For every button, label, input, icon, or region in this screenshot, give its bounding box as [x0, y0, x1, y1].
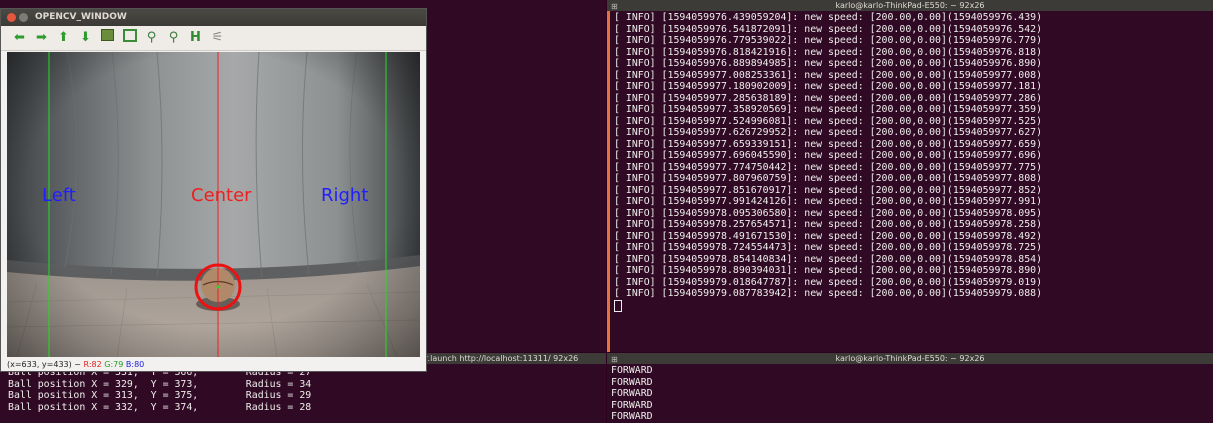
terminal-line: [ INFO] [1594059976.439059204]: new spee… [614, 12, 1043, 23]
terminal-line: Ball position X = 329, Y = 373, Radius =… [8, 378, 312, 390]
terminal-forward-titlebar[interactable]: ⊞ karlo@karlo-ThinkPad-E550: ~ 92x26 [607, 353, 1213, 364]
terminal-icon: ⊞ [611, 2, 618, 11]
terminal-line: [ INFO] [1594059978.724554473]: new spee… [614, 242, 1043, 253]
terminal-line: [ INFO] [1594059977.807960759]: new spee… [614, 173, 1043, 184]
opencv-window-title: OPENCV_WINDOW [35, 12, 127, 22]
terminal-line: [ INFO] [1594059977.696045590]: new spee… [614, 150, 1043, 161]
terminal-forward[interactable]: ⊞ karlo@karlo-ThinkPad-E550: ~ 92x26 FOR… [607, 353, 1213, 423]
minimize-button[interactable] [19, 13, 28, 22]
terminal-info-titlebar[interactable]: ⊞ karlo@karlo-ThinkPad-E550: ~ 92x26 [607, 0, 1213, 11]
terminal-line: [ INFO] [1594059977.285638189]: new spee… [614, 92, 1043, 104]
image-icon[interactable] [99, 29, 116, 46]
terminal-line: [ INFO] [1594059976.889894985]: new spee… [614, 58, 1043, 69]
zoom-out-icon[interactable]: ⚲ [165, 29, 182, 46]
terminal-line: [ INFO] [1594059976.818421916]: new spee… [614, 46, 1043, 58]
pixel-r-value: R:82 [83, 360, 102, 369]
terminal-line: [ INFO] [1594059977.991424126]: new spee… [614, 196, 1043, 207]
terminal-launch-title: r.launch http://localhost:11311/ 92x26 [425, 354, 579, 363]
terminal-line: [ INFO] [1594059978.095306580]: new spee… [614, 207, 1043, 219]
terminal-cursor-line [614, 299, 1213, 313]
terminal-line: [ INFO] [1594059977.626729952]: new spee… [614, 127, 1043, 138]
terminal-forward-title: karlo@karlo-ThinkPad-E550: ~ 92x26 [835, 354, 985, 363]
opencv-statusbar: (x=633, y=433) ~ R:82 G:79 B:80 [7, 360, 420, 370]
label-right: Right [321, 185, 369, 206]
terminal-line: FORWARD [611, 376, 653, 388]
terminal-line: FORWARD [611, 399, 653, 411]
arrow-down-icon[interactable]: ⬇ [77, 29, 94, 46]
terminal-line: [ INFO] [1594059977.851670917]: new spee… [614, 184, 1043, 196]
terminal-line: [ INFO] [1594059977.358920569]: new spee… [614, 104, 1043, 115]
terminal-line: [ INFO] [1594059977.008253361]: new spee… [614, 69, 1043, 81]
terminal-line: [ INFO] [1594059976.541872091]: new spee… [614, 23, 1043, 35]
terminal-icon: ⊞ [611, 355, 618, 364]
terminal-line: [ INFO] [1594059977.524996081]: new spee… [614, 115, 1043, 127]
label-center: Center [191, 185, 252, 206]
terminal-info-title: karlo@karlo-ThinkPad-E550: ~ 92x26 [835, 1, 985, 10]
terminal-line: [ INFO] [1594059978.890394031]: new spee… [614, 265, 1043, 276]
pixel-b-value: B:80 [125, 360, 145, 369]
terminal-line: Ball position X = 332, Y = 374, Radius =… [8, 401, 312, 413]
terminal-line: [ INFO] [1594059977.774750442]: new spee… [614, 161, 1043, 173]
terminal-info-output: [ INFO] [1594059976.439059204]: new spee… [614, 12, 1213, 312]
terminal-info[interactable]: ⊞ karlo@karlo-ThinkPad-E550: ~ 92x26 [ I… [607, 0, 1213, 352]
label-left: Left [42, 185, 76, 206]
arrow-left-icon[interactable]: ⬅ [11, 29, 28, 46]
terminal-line: [ INFO] [1594059978.257654571]: new spee… [614, 219, 1043, 230]
terminal-line: FORWARD [611, 365, 653, 376]
terminal-focus-bar [607, 11, 610, 352]
terminal-line: [ INFO] [1594059978.854140834]: new spee… [614, 253, 1043, 265]
terminal-line: [ INFO] [1594059979.018647787]: new spee… [614, 276, 1043, 288]
terminal-line: Ball position X = 313, Y = 375, Radius =… [8, 390, 312, 401]
pixel-g-value: G:79 [104, 360, 124, 369]
opencv-toolbar: ⬅ ➡ ⬆ ⬇ ⚲ ⚲ H ⚟ [1, 26, 426, 51]
fit-icon[interactable] [121, 29, 138, 46]
close-button[interactable] [7, 13, 16, 22]
arrow-right-icon[interactable]: ➡ [33, 29, 50, 46]
arrow-up-icon[interactable]: ⬆ [55, 29, 72, 46]
terminal-line: FORWARD [611, 411, 653, 422]
opencv-window[interactable]: OPENCV_WINDOW ⬅ ➡ ⬆ ⬇ ⚲ ⚲ H ⚟ Left Cente… [0, 8, 427, 372]
zoom-in-icon[interactable]: ⚲ [143, 29, 160, 46]
terminal-cursor [614, 299, 622, 312]
opencv-titlebar[interactable]: OPENCV_WINDOW [1, 9, 426, 26]
terminal-line: [ INFO] [1594059978.491671530]: new spee… [614, 230, 1043, 242]
terminal-line: [ INFO] [1594059977.180902009]: new spee… [614, 81, 1043, 92]
save-icon[interactable]: H [187, 29, 204, 46]
terminal-line: [ INFO] [1594059979.087783942]: new spee… [614, 288, 1043, 299]
terminal-line: [ INFO] [1594059976.779539022]: new spee… [614, 35, 1043, 46]
cursor-coords: (x=633, y=433) ~ [7, 360, 81, 369]
terminal-forward-output: FORWARD FORWARD FORWARD FORWARD FORWARD [611, 365, 1213, 423]
camera-image[interactable]: Left Center Right [7, 52, 420, 357]
terminal-ball-output: Ball position X = 331, Y = 366, Radius =… [8, 367, 311, 413]
brush-icon[interactable]: ⚟ [209, 29, 226, 46]
ball-center-marker [216, 285, 220, 289]
terminal-line: FORWARD [611, 388, 653, 399]
terminal-line: [ INFO] [1594059977.659339151]: new spee… [614, 138, 1043, 150]
